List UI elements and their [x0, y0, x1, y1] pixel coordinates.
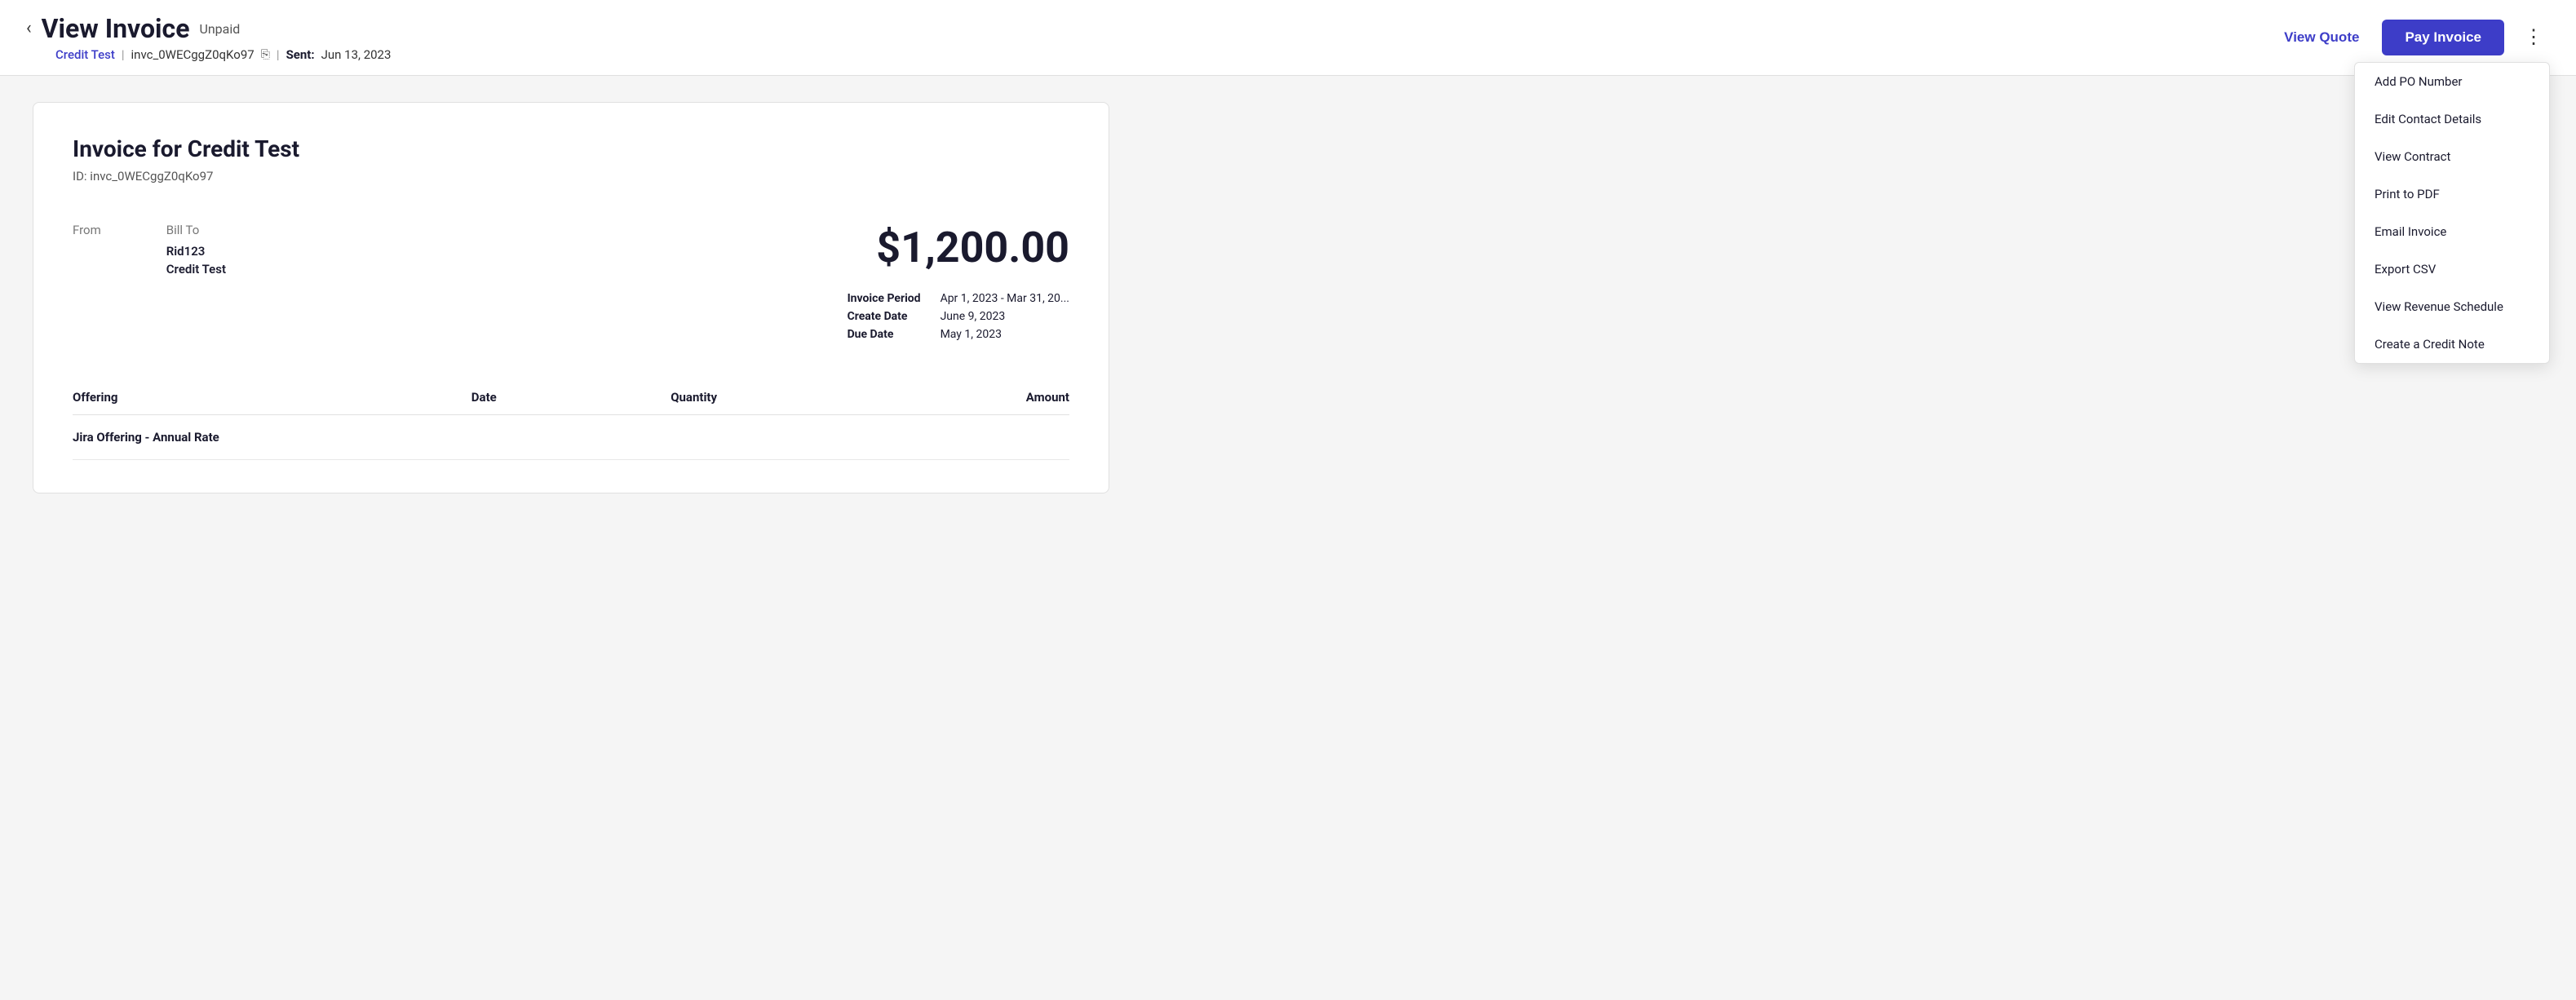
id-value: invc_0WECggZ0qKo97 — [90, 169, 213, 184]
header-right: View Quote Pay Invoice ⋮ Add PO Number E… — [2274, 20, 2550, 55]
invoice-period-label: Invoice Period — [848, 292, 921, 305]
row-offering: Jira Offering - Annual Rate — [73, 430, 471, 445]
row-quantity — [671, 430, 870, 445]
header-subtitle: Credit Test | invc_0WECggZ0qKo97 ⎘ | Sen… — [55, 47, 391, 62]
invoice-id-line: ID: invc_0WECggZ0qKo97 — [73, 169, 1069, 184]
bill-to-label: Bill To — [166, 223, 226, 237]
col-date: Date — [471, 390, 671, 405]
dropdown-menu: Add PO Number Edit Contact Details View … — [2354, 62, 2550, 364]
page-title: View Invoice — [42, 13, 190, 44]
amount-section: $1,200.00 Invoice Period Apr 1, 2023 - M… — [848, 223, 1069, 341]
dropdown-item-print-pdf[interactable]: Print to PDF — [2355, 175, 2549, 213]
back-arrow-icon[interactable]: ‹ — [26, 20, 32, 38]
table-section: Offering Date Quantity Amount Jira Offer… — [73, 380, 1069, 460]
due-date-value: May 1, 2023 — [941, 328, 1069, 341]
more-options-button[interactable]: ⋮ — [2517, 24, 2550, 51]
bill-to-section: Bill To Rid123 Credit Test — [166, 223, 226, 280]
separator2: | — [277, 47, 280, 62]
dropdown-item-view-contract[interactable]: View Contract — [2355, 138, 2549, 175]
table-row: Jira Offering - Annual Rate — [73, 415, 1069, 460]
page-header: ‹ View Invoice Unpaid Credit Test | invc… — [0, 0, 2576, 76]
dropdown-item-credit-note[interactable]: Create a Credit Note — [2355, 325, 2549, 363]
invoice-body: From Bill To Rid123 Credit Test $1,200.0… — [73, 223, 1069, 341]
dropdown-item-export-csv[interactable]: Export CSV — [2355, 250, 2549, 288]
col-quantity: Quantity — [671, 390, 870, 405]
title-row: ‹ View Invoice Unpaid — [26, 13, 391, 44]
sent-date: Jun 13, 2023 — [321, 47, 392, 62]
col-offering: Offering — [73, 390, 471, 405]
invoice-amount: $1,200.00 — [848, 223, 1069, 272]
from-label: From — [73, 223, 101, 237]
pay-invoice-button[interactable]: Pay Invoice — [2382, 20, 2504, 55]
invoice-card: Invoice for Credit Test ID: invc_0WECggZ… — [33, 102, 1109, 493]
create-date-label: Create Date — [848, 310, 921, 323]
copy-icon[interactable]: ⎘ — [261, 48, 270, 61]
row-date — [471, 430, 671, 445]
sent-label: Sent: — [286, 47, 315, 62]
bill-to-company: Credit Test — [166, 262, 226, 277]
invoice-period-value: Apr 1, 2023 - Mar 31, 20... — [941, 292, 1069, 305]
dropdown-item-add-po[interactable]: Add PO Number — [2355, 63, 2549, 100]
credit-test-link[interactable]: Credit Test — [55, 47, 115, 62]
bill-to-name: Rid123 — [166, 244, 226, 259]
dropdown-item-edit-contact[interactable]: Edit Contact Details — [2355, 100, 2549, 138]
invoice-title: Invoice for Credit Test — [73, 135, 1069, 162]
status-badge: Unpaid — [199, 21, 240, 37]
dropdown-item-email-invoice[interactable]: Email Invoice — [2355, 213, 2549, 250]
invoice-meta: Invoice Period Apr 1, 2023 - Mar 31, 20.… — [848, 292, 1069, 341]
header-left: ‹ View Invoice Unpaid Credit Test | invc… — [26, 13, 391, 62]
invoice-id-text: invc_0WECggZ0qKo97 — [131, 47, 255, 62]
invoice-header-section: Invoice for Credit Test ID: invc_0WECggZ… — [73, 135, 1069, 184]
row-amount — [870, 430, 1069, 445]
dropdown-item-view-revenue[interactable]: View Revenue Schedule — [2355, 288, 2549, 325]
table-header: Offering Date Quantity Amount — [73, 380, 1069, 415]
create-date-value: June 9, 2023 — [941, 310, 1069, 323]
main-content: Invoice for Credit Test ID: invc_0WECggZ… — [0, 76, 1142, 520]
view-quote-button[interactable]: View Quote — [2274, 23, 2369, 52]
from-section: From — [73, 223, 101, 280]
col-amount: Amount — [870, 390, 1069, 405]
separator: | — [122, 47, 125, 62]
id-label: ID: — [73, 169, 87, 184]
from-to-section: From Bill To Rid123 Credit Test — [73, 223, 226, 280]
due-date-label: Due Date — [848, 328, 921, 341]
